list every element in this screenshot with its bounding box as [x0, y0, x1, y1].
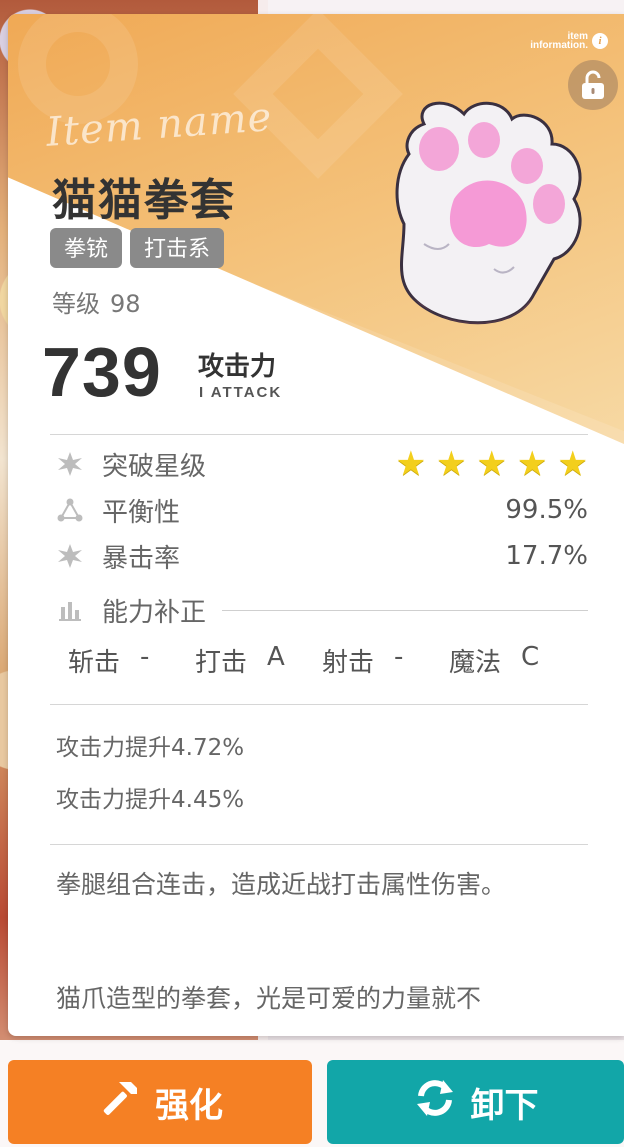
flavor-text: 猫爪造型的拳套，光是可爱的力量就不	[56, 984, 482, 1013]
ability-correction-header: 能力补正	[56, 592, 588, 628]
tag-damage-type: 打击系	[130, 228, 225, 268]
stat-crit-rate: 暴击率 17.7%	[56, 538, 588, 574]
correction-strike: 打击 A	[195, 642, 285, 678]
star-rating: ★ ★ ★ ★ ★	[396, 447, 588, 481]
cat-paw-glove-image	[395, 101, 582, 325]
info-icon[interactable]: i	[592, 33, 608, 49]
stat-balance: 平衡性 99.5%	[56, 492, 588, 528]
divider	[50, 704, 588, 705]
attack-sublabel: I ATTACK	[199, 384, 283, 401]
correction-magic: 魔法 C	[449, 642, 540, 678]
item-tags: 拳铳 打击系	[50, 228, 225, 268]
item-information-label: item information. i	[530, 32, 608, 51]
balance-value: 99.5%	[505, 495, 588, 525]
item-level: 等级 98	[52, 290, 141, 318]
skill-description: 拳腿组合连击，造成近战打击属性伤害。	[56, 870, 507, 899]
star-icon: ★	[395, 444, 427, 484]
refresh-icon	[413, 1076, 457, 1129]
item-info-card: item information. i Item name 猫猫拳套 拳铳 打击…	[8, 14, 624, 1036]
hammer-icon	[97, 1076, 141, 1129]
star-icon: ★	[517, 444, 548, 484]
correction-slash: 斩击 -	[68, 642, 150, 678]
bar-chart-icon	[56, 596, 84, 624]
unequip-button[interactable]: 卸下	[327, 1060, 624, 1144]
star-icon: ★	[557, 444, 588, 484]
attack-value: 739	[42, 333, 162, 411]
star-burst-icon	[56, 542, 84, 570]
tag-weapon-type: 拳铳	[50, 228, 123, 268]
correction-shoot: 射击 -	[322, 642, 404, 678]
stat-breakthrough: 突破星级 ★ ★ ★ ★ ★	[56, 446, 588, 482]
triangle-nodes-icon	[56, 496, 84, 524]
crit-value: 17.7%	[505, 541, 588, 571]
ability-correction-list: 斩击 - 打击 A 射击 - 魔法 C	[68, 642, 588, 682]
divider	[50, 434, 588, 435]
item-title: 猫猫拳套	[52, 175, 236, 226]
bonus-line: 攻击力提升4.45%	[56, 787, 245, 813]
star-icon: ★	[436, 444, 467, 484]
attack-label: 攻击力	[198, 352, 277, 382]
star-burst-icon	[56, 450, 84, 478]
bonus-line: 攻击力提升4.72%	[56, 735, 245, 761]
star-icon: ★	[476, 444, 508, 484]
enhance-button[interactable]: 强化	[8, 1060, 312, 1144]
divider	[50, 844, 588, 845]
